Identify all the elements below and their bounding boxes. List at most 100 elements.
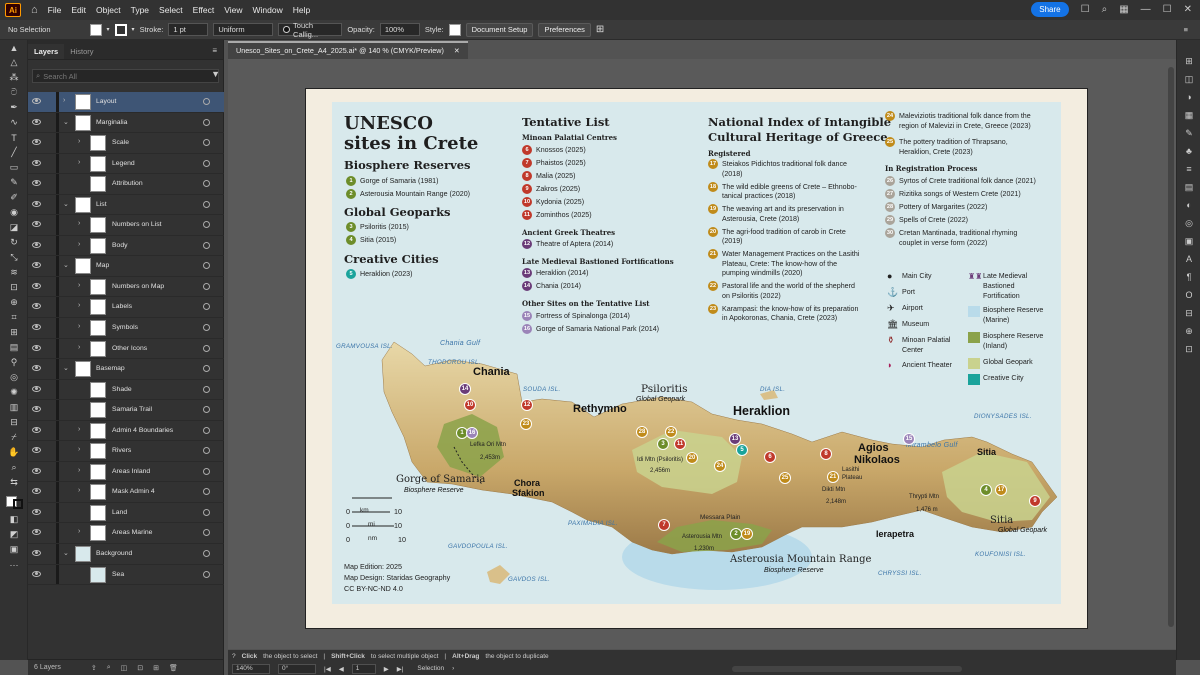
layer-target-icon[interactable] — [203, 426, 210, 434]
visibility-eye-icon[interactable] — [32, 180, 41, 187]
map-marker-4[interactable]: 4 — [980, 484, 992, 496]
layer-name[interactable]: Other Icons — [112, 345, 147, 352]
arrange-icon[interactable]: ▦ — [1119, 4, 1128, 15]
libraries-icon[interactable]: ◫ — [1177, 70, 1200, 88]
expand-arrow-icon[interactable]: › — [78, 302, 80, 309]
search-icon[interactable]: ⌕ — [1102, 4, 1108, 15]
layer-target-icon[interactable] — [203, 303, 210, 311]
visibility-eye-icon[interactable] — [32, 508, 41, 515]
layer-name[interactable]: Scale — [112, 139, 129, 146]
expand-arrow-icon[interactable]: › — [78, 344, 80, 351]
layer-target-icon[interactable] — [203, 488, 210, 496]
minimize-icon[interactable]: — — [1141, 4, 1151, 15]
gradient-icon[interactable]: ▤ — [1177, 178, 1200, 196]
layer-row[interactable]: › Areas Marine — [28, 523, 224, 545]
menu-select[interactable]: Select — [159, 5, 183, 15]
layer-row[interactable]: ⌄ Map — [28, 256, 224, 277]
eraser-icon[interactable]: ◪ — [0, 220, 28, 235]
layer-target-icon[interactable] — [203, 365, 210, 373]
clipping-mask-icon[interactable]: ◫ — [121, 664, 128, 672]
help-icon[interactable]: ? — [232, 653, 236, 660]
layer-row[interactable]: Attribution — [28, 174, 224, 195]
menu-help[interactable]: Help — [293, 5, 310, 15]
visibility-eye-icon[interactable] — [32, 118, 41, 125]
layer-target-icon[interactable] — [203, 324, 210, 332]
layer-target-icon[interactable] — [203, 180, 210, 188]
visibility-eye-icon[interactable] — [32, 467, 41, 474]
artboard-number-field[interactable]: 1 — [351, 663, 376, 674]
opacity-label[interactable]: Opacity: — [347, 25, 375, 34]
pen-tool-icon[interactable]: ✒ — [0, 100, 28, 115]
stroke-weight-field[interactable]: 1 pt — [168, 23, 209, 36]
layer-row[interactable]: › Mask Admin 4 — [28, 482, 224, 503]
expand-arrow-icon[interactable]: › — [78, 282, 80, 289]
layer-target-icon[interactable] — [203, 139, 210, 147]
layer-row[interactable]: › Layout — [28, 92, 224, 113]
map-marker-5[interactable]: 5 — [736, 444, 748, 456]
layer-row[interactable]: ⌄ List — [28, 194, 224, 216]
line-tool-icon[interactable]: ╱ — [0, 145, 28, 160]
color-icon[interactable]: ◑ — [1177, 88, 1200, 106]
visibility-eye-icon[interactable] — [32, 365, 41, 372]
style-swatch[interactable] — [448, 23, 461, 36]
map-marker-11[interactable]: 11 — [674, 438, 686, 450]
map-marker-13[interactable]: 13 — [729, 433, 741, 445]
brush-select[interactable]: Touch Callig... — [278, 21, 343, 39]
screen-mode-icon[interactable]: ▣ — [0, 542, 28, 557]
map-marker-6[interactable]: 6 — [764, 451, 776, 463]
map-marker-12[interactable]: 12 — [521, 399, 533, 411]
visibility-eye-icon[interactable] — [32, 344, 41, 351]
layer-target-icon[interactable] — [203, 529, 210, 537]
learn-icon[interactable]: ☐ — [1081, 4, 1090, 15]
layer-name[interactable]: Basemap — [96, 365, 125, 372]
layer-row[interactable]: ⌄ Background — [28, 544, 224, 565]
type-tool-icon[interactable]: T — [0, 130, 28, 145]
layer-row[interactable]: › Rivers — [28, 441, 224, 462]
visibility-eye-icon[interactable] — [32, 324, 41, 331]
character-icon[interactable]: A — [1177, 250, 1200, 268]
color-mode-icon[interactable]: ◧ — [0, 512, 28, 527]
layer-row[interactable]: › Symbols — [28, 318, 224, 339]
visibility-eye-icon[interactable] — [32, 241, 41, 248]
shaper-tool-icon[interactable]: ✐ — [0, 190, 28, 205]
visibility-eye-icon[interactable] — [32, 200, 41, 207]
visibility-eye-icon[interactable] — [32, 426, 41, 433]
map-marker-7[interactable]: 7 — [658, 519, 670, 531]
align-panel-icon[interactable]: ⊟ — [1177, 304, 1200, 322]
layer-name[interactable]: List — [96, 201, 107, 208]
map-marker-23[interactable]: 23 — [520, 418, 532, 430]
stroke-swatch[interactable] — [114, 23, 127, 36]
panel-menu-icon[interactable]: ≡ — [1184, 25, 1188, 34]
opacity-field[interactable]: 100% — [379, 23, 420, 36]
share-button[interactable]: Share — [1031, 2, 1069, 17]
draw-mode-icon[interactable]: ◩ — [0, 527, 28, 542]
curvature-tool-icon[interactable]: ∿ — [0, 115, 28, 130]
status-mode[interactable]: Selection — [417, 665, 444, 672]
warp-tool-icon[interactable]: ≋ — [0, 265, 28, 280]
gradient-tool-icon[interactable]: ▤ — [0, 340, 28, 355]
menu-effect[interactable]: Effect — [193, 5, 215, 15]
blob-brush-icon[interactable]: ◉ — [0, 205, 28, 220]
last-artboard-icon[interactable]: ▶| — [397, 665, 404, 673]
expand-arrow-icon[interactable]: › — [78, 241, 80, 248]
layer-target-icon[interactable] — [203, 508, 210, 516]
layer-row[interactable]: › Numbers on Map — [28, 276, 224, 298]
layer-row[interactable]: ⌄ Marginalia — [28, 112, 224, 134]
layer-name[interactable]: Body — [112, 242, 128, 249]
transparency-icon[interactable]: ◐ — [1177, 196, 1200, 214]
layer-target-icon[interactable] — [203, 344, 210, 352]
layer-target-icon[interactable] — [203, 550, 210, 558]
layer-name[interactable]: Marginalia — [96, 119, 127, 126]
selection-tool-icon[interactable]: ▲ — [0, 40, 28, 55]
layer-target-icon[interactable] — [203, 385, 210, 393]
layer-name[interactable]: Admin 4 Boundaries — [112, 427, 173, 434]
direct-selection-tool-icon[interactable]: △ — [0, 55, 28, 70]
map-marker-28[interactable]: 28 — [636, 426, 648, 438]
rotate-tool-icon[interactable]: ↻ — [0, 235, 28, 250]
visibility-eye-icon[interactable] — [32, 447, 41, 454]
document-tab[interactable]: Unesco_Sites_on_Crete_A4_2025.ai* @ 140 … — [228, 41, 468, 59]
paintbrush-icon[interactable]: ✎ — [0, 175, 28, 190]
map-marker-19[interactable]: 19 — [741, 528, 753, 540]
visibility-eye-icon[interactable] — [32, 385, 41, 392]
layer-name[interactable]: Samaria Trail — [112, 406, 152, 413]
